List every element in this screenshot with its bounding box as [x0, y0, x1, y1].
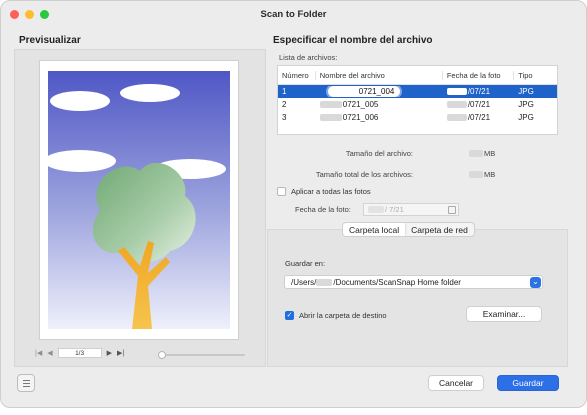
row-number: 1 — [282, 87, 287, 96]
photo-date-label: Fecha de la foto: — [295, 205, 351, 214]
column-header-number[interactable]: Número — [278, 70, 316, 80]
apply-all-label: Aplicar a todas las fotos — [291, 187, 371, 196]
window-controls — [10, 10, 49, 19]
file-list-label: Lista de archivos: — [279, 53, 338, 62]
file-list-icon[interactable] — [17, 374, 35, 392]
open-folder-label: Abrir la carpeta de destino — [299, 311, 387, 320]
tab-network-folder[interactable]: Carpeta de red — [405, 223, 474, 236]
save-folder-select[interactable]: /Users//Documents/ScanSnap Home folder ⌄ — [284, 275, 543, 289]
table-header: Número Nombre del archivo Fecha de la fo… — [278, 66, 557, 85]
table-row[interactable]: 2 0721_005 /07/21 JPG — [278, 98, 557, 111]
zoom-slider-knob[interactable] — [158, 351, 166, 359]
file-size-value: MB — [469, 149, 495, 158]
zoom-slider[interactable] — [158, 351, 245, 359]
total-size-label: Tamaño total de los archivos: — [315, 170, 413, 179]
file-name-edit-field[interactable]: 0721_004 — [316, 86, 443, 97]
previous-page-button[interactable]: ◀ — [47, 349, 52, 357]
cancel-button[interactable]: Cancelar — [428, 375, 484, 391]
table-row[interactable]: 3 0721_006 /07/21 JPG — [278, 111, 557, 124]
zoom-window-button[interactable] — [40, 10, 49, 19]
save-in-label: Guardar en: — [285, 259, 326, 268]
table-row[interactable]: 1 0721_004 /07/21 JPG — [278, 85, 557, 98]
row-type: JPG — [518, 113, 534, 122]
column-header-file-name[interactable]: Nombre del archivo — [316, 70, 443, 80]
minimize-window-button[interactable] — [25, 10, 34, 19]
destination-panel — [267, 229, 568, 367]
preview-page-image — [39, 60, 239, 340]
browse-button[interactable]: Examinar... — [466, 306, 542, 322]
row-number: 2 — [282, 100, 287, 109]
page-navigation: |◀ ◀ 1/3 ▶ ▶| — [35, 348, 124, 358]
close-window-button[interactable] — [10, 10, 19, 19]
row-date: /07/21 — [443, 100, 514, 109]
open-folder-checkbox[interactable]: ✓ Abrir la carpeta de destino — [285, 311, 387, 320]
scan-to-folder-window: Scan to Folder Previsualizar Especificar… — [0, 0, 587, 408]
tab-local-folder[interactable]: Carpeta local — [343, 223, 406, 236]
last-page-button[interactable]: ▶| — [117, 349, 124, 357]
save-button[interactable]: Guardar — [497, 375, 559, 391]
next-page-button[interactable]: ▶ — [107, 349, 112, 357]
destination-tabs: Carpeta local Carpeta de red — [342, 222, 475, 237]
preview-heading: Previsualizar — [19, 35, 81, 46]
window-title: Scan to Folder — [260, 8, 327, 20]
tree-illustration — [44, 71, 230, 329]
row-number: 3 — [282, 113, 287, 122]
row-file-name: 0721_006 — [316, 113, 443, 122]
checkbox-box[interactable] — [277, 187, 286, 196]
file-list-table: Número Nombre del archivo Fecha de la fo… — [277, 65, 558, 135]
file-name-text: 0721_004 — [358, 87, 395, 96]
column-header-photo-date[interactable]: Fecha de la foto — [443, 70, 515, 80]
row-type: JPG — [518, 100, 534, 109]
calendar-icon — [448, 206, 456, 214]
first-page-button[interactable]: |◀ — [35, 349, 42, 357]
file-size-label: Tamaño del archivo: — [345, 149, 413, 158]
total-size-value: MB — [469, 170, 495, 179]
title-bar: Scan to Folder — [1, 1, 586, 27]
photo-date-field: / 7/21 — [363, 203, 459, 216]
apply-all-checkbox[interactable]: Aplicar a todas las fotos — [277, 187, 371, 196]
row-date: /07/21 — [443, 113, 514, 122]
row-date: /07/21 — [443, 87, 514, 96]
preview-panel: |◀ ◀ 1/3 ▶ ▶| — [14, 49, 266, 367]
row-type: JPG — [518, 87, 534, 96]
file-name-heading: Especificar el nombre del archivo — [273, 35, 433, 46]
row-file-name: 0721_005 — [316, 100, 443, 109]
checkbox-box[interactable]: ✓ — [285, 311, 294, 320]
chevron-down-icon[interactable]: ⌄ — [530, 277, 541, 288]
page-number-field[interactable]: 1/3 — [57, 348, 102, 358]
column-header-type[interactable]: Tipo — [514, 71, 557, 80]
